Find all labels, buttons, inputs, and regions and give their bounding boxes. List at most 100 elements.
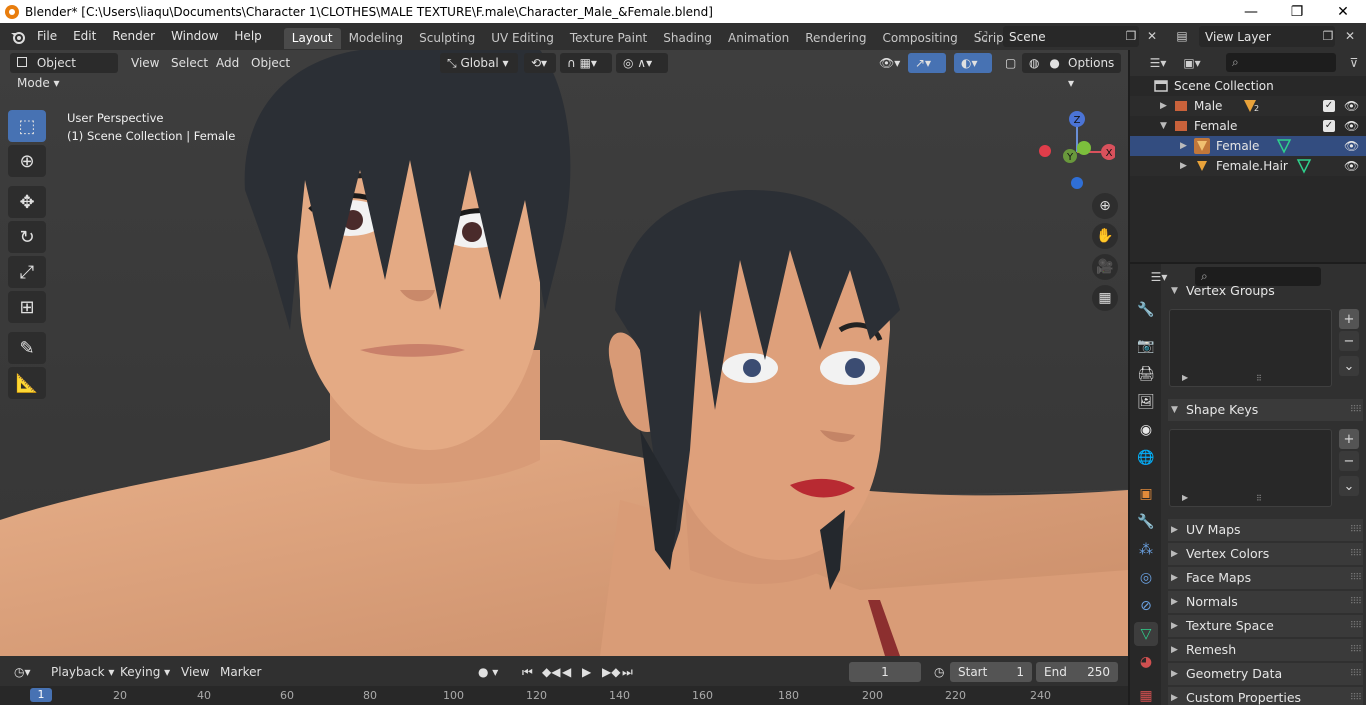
vertex-group-specials-button[interactable]: ⌄ — [1339, 356, 1359, 376]
texture-space-panel-header[interactable]: ▶ Texture Space ⠿⠿ — [1168, 615, 1363, 637]
outliner-row-female-object[interactable]: ▶ Female 👁 — [1130, 136, 1366, 156]
xray-icon[interactable]: ▢ — [998, 53, 1023, 73]
delete-view-layer-icon[interactable]: ✕ — [1340, 26, 1360, 46]
list-expand-icon[interactable]: ▶ — [1182, 493, 1188, 502]
menu-help[interactable]: Help — [226, 23, 269, 50]
visibility-icon[interactable]: 👁▾ — [872, 53, 907, 73]
start-frame-field[interactable]: Start 1 — [950, 662, 1032, 682]
constraints-tab-icon[interactable]: ⊘ — [1134, 594, 1158, 618]
exclude-checkbox[interactable]: ✓ — [1323, 100, 1335, 112]
output-tab-icon[interactable]: 🖨 — [1134, 362, 1158, 386]
panel-drag-grip-icon[interactable]: ⠿⠿ — [1350, 399, 1362, 421]
proportional-edit-icon[interactable]: ◎ ∧▾ — [616, 53, 668, 73]
outliner-search-input[interactable]: ⌕ — [1226, 53, 1336, 72]
options-dropdown[interactable]: Options ▾ — [1061, 53, 1121, 90]
panel-drag-grip-icon[interactable]: ⠿⠿ — [1350, 615, 1362, 637]
timeline-menu-keying[interactable]: Keying ▾ — [114, 662, 176, 682]
list-resize-grip-icon[interactable]: ⠿ — [1256, 494, 1262, 503]
move-tool-icon[interactable]: ✥ — [8, 186, 46, 218]
particles-tab-icon[interactable]: ⁂ — [1134, 538, 1158, 562]
panel-drag-grip-icon[interactable]: ⠿⠿ — [1350, 543, 1362, 565]
render-tab-icon[interactable]: 📷 — [1134, 334, 1158, 358]
timeline-menu-marker[interactable]: Marker — [214, 662, 267, 682]
view-layer-icon[interactable]: ▤ — [1172, 26, 1192, 46]
annotate-tool-icon[interactable]: ✎ — [8, 332, 46, 364]
panel-drag-grip-icon[interactable]: ⠿⠿ — [1350, 663, 1362, 685]
perspective-grid-icon[interactable]: ▦ — [1092, 285, 1118, 311]
viewport-menu-view[interactable]: View — [124, 53, 166, 73]
remove-shape-key-button[interactable]: − — [1339, 451, 1359, 471]
visibility-eye-icon[interactable]: 👁 — [1344, 139, 1359, 153]
view-layer-tab-icon[interactable]: 🖼 — [1134, 390, 1158, 414]
list-expand-icon[interactable]: ▶ — [1182, 373, 1188, 382]
overlays-toggle-icon[interactable]: ◐▾ — [954, 53, 992, 73]
preview-range-icon[interactable]: ◷ — [928, 662, 950, 682]
wireframe-shading-icon[interactable]: ◍ — [1029, 56, 1039, 70]
transform-orientation-dropdown[interactable]: ⤡ Global ▾ — [440, 53, 518, 73]
face-maps-panel-header[interactable]: ▶ Face Maps ⠿⠿ — [1168, 567, 1363, 589]
tool-tab-icon[interactable]: 🔧 — [1134, 298, 1158, 322]
measure-tool-icon[interactable]: 📐 — [8, 367, 46, 399]
scene-tab-icon[interactable]: ◉ — [1134, 418, 1158, 442]
expand-arrow-icon[interactable]: ▶ — [1180, 141, 1187, 151]
play-icon[interactable]: ▶ — [576, 662, 597, 682]
pivot-point-icon[interactable]: ⟲▾ — [524, 53, 556, 73]
geometry-data-panel-header[interactable]: ▶ Geometry Data ⠿⠿ — [1168, 663, 1363, 685]
tab-modeling[interactable]: Modeling — [341, 28, 412, 49]
expand-arrow-icon[interactable]: ▶ — [1160, 101, 1167, 111]
view-layer-field[interactable]: View Layer — [1199, 26, 1335, 47]
outliner-row-female[interactable]: ▼ Female ✓ 👁 — [1130, 116, 1366, 136]
collapse-arrow-icon[interactable]: ▼ — [1160, 121, 1167, 131]
vertex-groups-panel-header[interactable]: ▼ Vertex Groups — [1168, 280, 1363, 302]
uv-maps-panel-header[interactable]: ▶ UV Maps ⠿⠿ — [1168, 519, 1363, 541]
filter-icon[interactable]: ⊽ — [1344, 53, 1364, 73]
normals-panel-header[interactable]: ▶ Normals ⠿⠿ — [1168, 591, 1363, 613]
outliner-row-scene-collection[interactable]: Scene Collection — [1130, 76, 1366, 96]
texture-tab-icon[interactable]: ▦ — [1134, 684, 1158, 705]
object-tab-icon[interactable]: ▣ — [1134, 482, 1158, 506]
menu-render[interactable]: Render — [104, 23, 163, 50]
zoom-icon[interactable]: ⊕ — [1092, 193, 1118, 219]
minimize-button[interactable]: — — [1228, 4, 1274, 20]
playhead[interactable]: 1 — [30, 688, 52, 702]
menu-window[interactable]: Window — [163, 23, 226, 50]
panel-drag-grip-icon[interactable]: ⠿⠿ — [1350, 567, 1362, 589]
tab-animation[interactable]: Animation — [720, 28, 797, 49]
select-box-tool-icon[interactable]: ⬚ — [8, 110, 46, 142]
editor-type-icon[interactable]: ◷▾ — [8, 662, 37, 682]
end-frame-field[interactable]: End 250 — [1036, 662, 1118, 682]
visibility-eye-icon[interactable]: 👁 — [1344, 99, 1359, 113]
shape-keys-list[interactable]: ▶ ⠿ — [1169, 429, 1332, 507]
timeline-menu-playback[interactable]: Playback ▾ — [45, 662, 120, 682]
list-resize-grip-icon[interactable]: ⠿ — [1256, 374, 1262, 383]
exclude-checkbox[interactable]: ✓ — [1323, 120, 1335, 132]
add-vertex-group-button[interactable]: + — [1339, 309, 1359, 329]
data-tab-icon[interactable]: ▽ — [1134, 622, 1158, 646]
scene-name-field[interactable]: Scene — [1003, 26, 1139, 47]
object-mode-dropdown[interactable]: Object Mode ▾ — [10, 53, 118, 90]
transform-tool-icon[interactable]: ⊞ — [8, 291, 46, 323]
panel-drag-grip-icon[interactable]: ⠿⠿ — [1350, 687, 1362, 705]
modifier-tab-icon[interactable]: 🔧 — [1134, 510, 1158, 534]
viewport-menu-object[interactable]: Object — [244, 53, 297, 73]
keyframe-type-icon[interactable]: ● ▾ — [472, 662, 504, 682]
tab-texture-paint[interactable]: Texture Paint — [562, 28, 655, 49]
tab-sculpting[interactable]: Sculpting — [411, 28, 483, 49]
current-frame-field[interactable]: 1 — [849, 662, 921, 682]
outliner-editor-type-icon[interactable]: ☰▾ — [1148, 53, 1168, 73]
new-view-layer-icon[interactable]: ❐ — [1318, 26, 1338, 46]
gizmo-toggle-icon[interactable]: ↗▾ — [908, 53, 946, 73]
pan-hand-icon[interactable]: ✋ — [1092, 223, 1118, 249]
material-tab-icon[interactable]: ◕ — [1134, 650, 1158, 674]
panel-drag-grip-icon[interactable]: ⠿⠿ — [1350, 639, 1362, 661]
custom-properties-panel-header[interactable]: ▶ Custom Properties ⠿⠿ — [1168, 687, 1363, 705]
delete-scene-icon[interactable]: ✕ — [1142, 26, 1162, 46]
menu-edit[interactable]: Edit — [65, 23, 104, 50]
menu-file[interactable]: File — [29, 23, 65, 50]
scale-tool-icon[interactable]: ⤢ — [8, 256, 46, 288]
3d-viewport[interactable]: Object Mode ▾ View Select Add Object ⤡ G… — [0, 50, 1128, 656]
viewport-menu-select[interactable]: Select — [164, 53, 215, 73]
vertex-groups-list[interactable]: ▶ ⠿ — [1169, 309, 1332, 387]
close-button[interactable]: ✕ — [1320, 4, 1366, 20]
remesh-panel-header[interactable]: ▶ Remesh ⠿⠿ — [1168, 639, 1363, 661]
